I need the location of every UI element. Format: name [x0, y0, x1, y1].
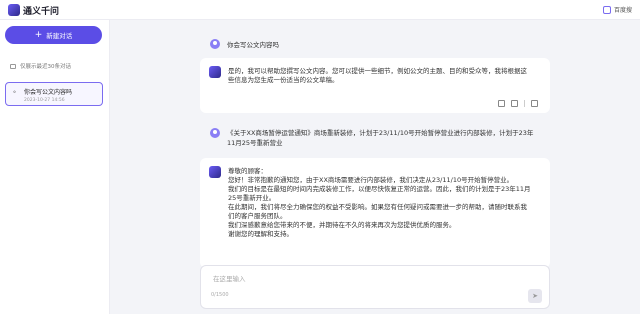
user-avatar	[210, 39, 220, 49]
char-counter: 0/1500	[211, 292, 229, 298]
thumbs-up-icon[interactable]	[498, 100, 505, 107]
answer-line: 谢谢您的理解和支持。	[228, 230, 293, 238]
assistant-avatar	[209, 66, 221, 78]
user-menu[interactable]: 百度搜	[602, 5, 632, 14]
send-button[interactable]: ➤	[528, 289, 542, 303]
link-icon: ⚬	[12, 89, 18, 96]
answer-line: 尊敬的顾客：	[228, 167, 267, 175]
message-actions	[498, 100, 538, 107]
conversation-title: 你会写公文内容吗	[24, 89, 73, 96]
assistant-message: 是的，我可以帮助您撰写公文内容。您可以提供一些细节，例如公文的主题、目的和受众等…	[200, 58, 550, 113]
divider	[524, 100, 525, 107]
message-icon	[10, 63, 16, 69]
conversation-time: 2023-10-27 14:56	[24, 98, 65, 103]
chat-area: 你会写公文内容吗 是的，我可以帮助您撰写公文内容。您可以提供一些细节，例如公文的…	[110, 20, 640, 314]
user-avatar	[210, 128, 220, 138]
thumbs-down-icon[interactable]	[511, 100, 518, 107]
answer-line: 我们深感歉意给您带来的不便，并期待在不久的将来再次为您提供优质的服务。	[228, 221, 456, 229]
user-message: 你会写公文内容吗	[210, 39, 279, 49]
copy-icon[interactable]	[531, 100, 538, 107]
user-message-text: 《关于XX商场暂停运营通知》商场重新装修，计划于23/11/10号开始暂停营业进…	[227, 129, 534, 147]
history-note: 仅展示最近30条对话	[10, 62, 71, 70]
answer-line: 您好！非常抱歉的通知您，由于XX商场需要进行内部装修，我们决定从23/11/10…	[228, 176, 514, 184]
top-bar: 通义千问 百度搜	[0, 0, 640, 20]
user-name: 百度搜	[613, 7, 632, 14]
sidebar: + 新建对话 仅展示最近30条对话 ⚬ 你会写公文内容吗 2023-10-27 …	[0, 20, 110, 314]
new-chat-label: 新建对话	[46, 32, 73, 40]
app-logo	[8, 4, 20, 16]
new-chat-button[interactable]: + 新建对话	[5, 26, 102, 44]
user-icon	[602, 5, 611, 14]
answer-line: 我们的目标是在最短的时间内完成装修工作，以便尽快恢复正常的运营。因此，我们的计划…	[228, 185, 531, 202]
send-icon: ➤	[532, 292, 538, 300]
user-message: 《关于XX商场暂停运营通知》商场重新装修，计划于23/11/10号开始暂停营业进…	[210, 128, 540, 148]
conversation-item[interactable]: ⚬ 你会写公文内容吗 2023-10-27 14:56	[5, 82, 103, 106]
answer-line: 在此期间，我们将尽全力确保您的权益不受影响。如果您有任何疑问或需要进一步的帮助，…	[228, 203, 527, 220]
chat-input-box: 0/1500 ➤	[200, 265, 550, 309]
assistant-message-text: 是的，我可以帮助您撰写公文内容。您可以提供一些细节，例如公文的主题、目的和受众等…	[228, 67, 527, 84]
plus-icon: +	[34, 29, 43, 40]
user-message-text: 你会写公文内容吗	[227, 41, 279, 49]
assistant-avatar	[209, 166, 221, 178]
assistant-message-text: 尊敬的顾客： 您好！非常抱歉的通知您，由于XX商场需要进行内部装修，我们决定从2…	[228, 167, 533, 239]
assistant-message: 尊敬的顾客： 您好！非常抱歉的通知您，由于XX商场需要进行内部装修，我们决定从2…	[200, 158, 550, 268]
history-note-text: 仅展示最近30条对话	[20, 64, 71, 70]
app-title: 通义千问	[23, 7, 60, 17]
chat-input[interactable]	[211, 272, 515, 286]
